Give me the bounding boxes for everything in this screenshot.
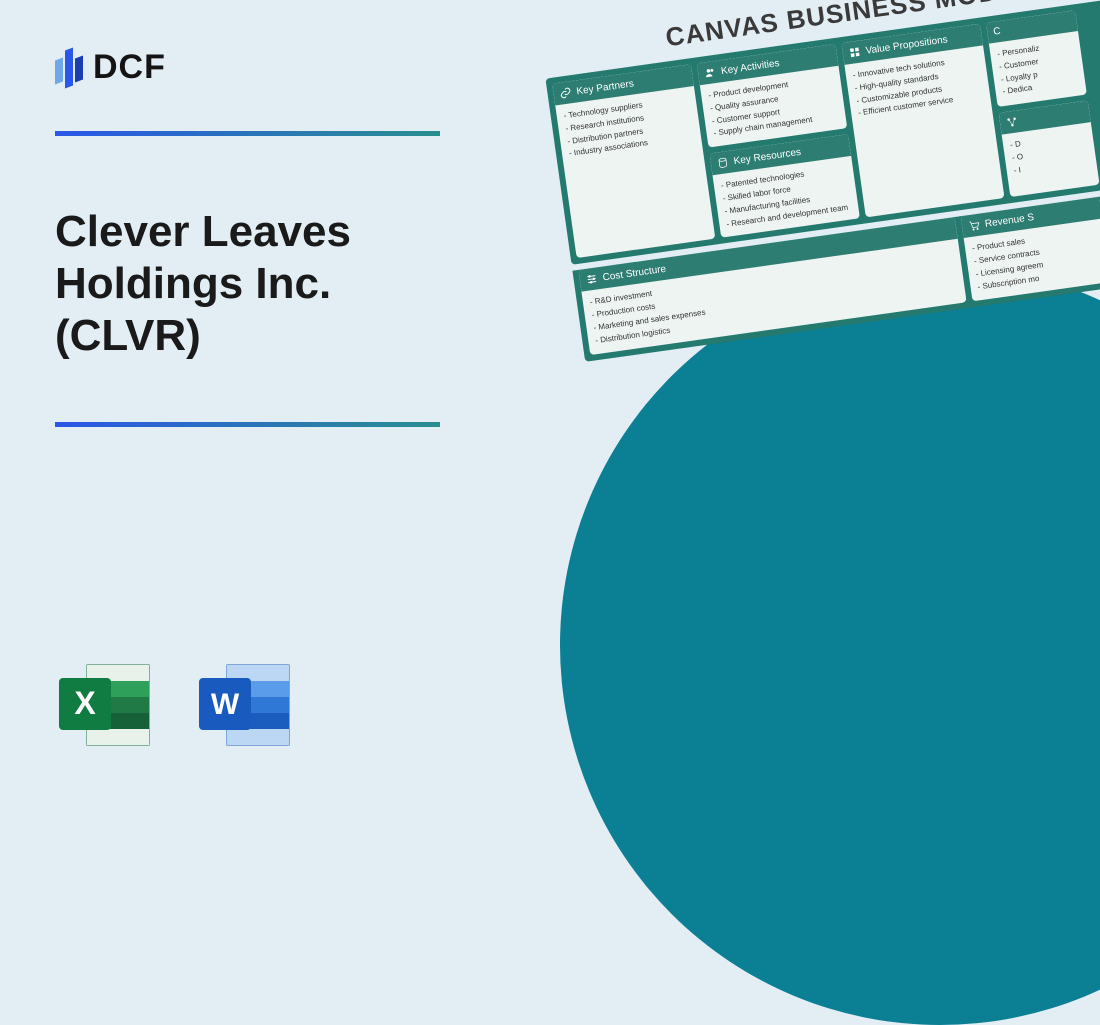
key-partners-list: Technology suppliers Research institutio… [555,86,715,258]
cell-revenue: Revenue S Product sales Service contract… [961,197,1100,301]
cell-channels: D O I [999,101,1100,198]
cell-key-partners: Key Partners Technology suppliers Resear… [552,64,715,258]
cell-customer-relations: C Personaliz Customer Loyalty p Dedica [986,10,1087,107]
accent-circle [560,265,1100,1025]
channel-icon [1005,116,1019,130]
cell-key-resources: Key Resources Patented technologies Skil… [709,134,859,238]
link-icon [559,86,573,100]
word-icon: W [195,660,295,750]
logo: DCF [55,45,485,89]
page-title: Clever Leaves Holdings Inc. (CLVR) [55,206,485,362]
grid-icon [848,46,862,60]
divider-bottom [55,422,440,427]
database-icon [716,156,730,170]
svg-text:X: X [74,685,96,721]
excel-icon: X [55,660,155,750]
people-icon [703,66,717,80]
cell-key-activities: Key Activities Product development Quali… [697,44,847,148]
cart-icon [967,219,981,233]
divider-top [55,131,440,136]
logo-icon [55,45,83,89]
sliders-icon [585,273,599,287]
svg-text:W: W [211,688,240,721]
logo-text: DCF [93,48,166,87]
cell-value-propositions: Value Propositions Innovative tech solut… [841,24,1004,218]
